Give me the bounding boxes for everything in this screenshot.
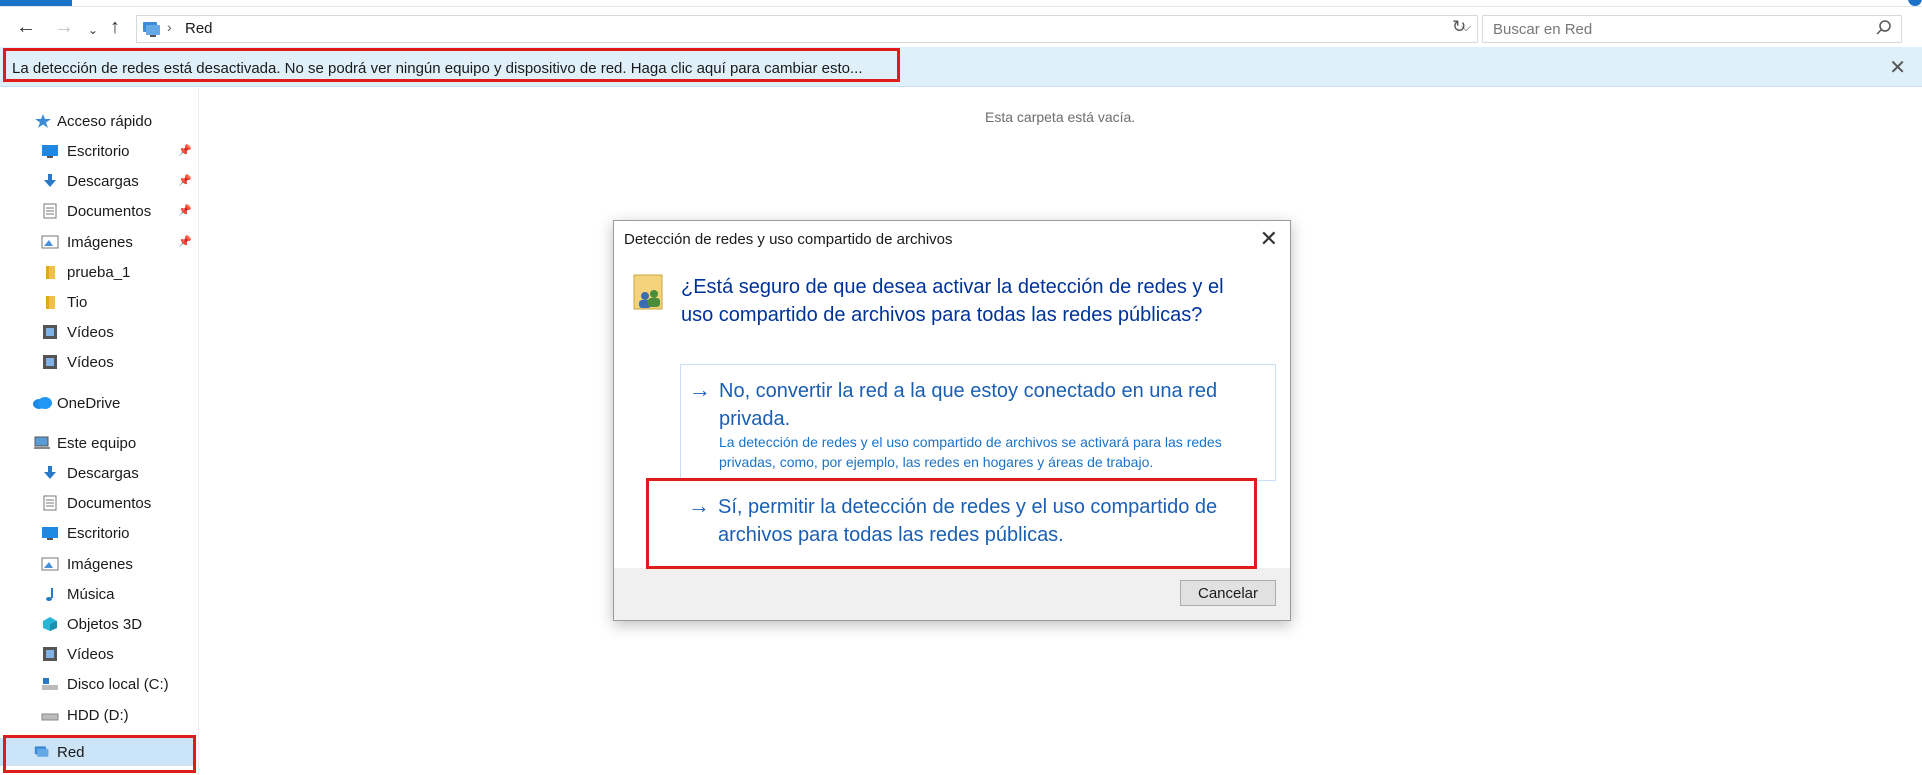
network-icon (143, 22, 160, 37)
videos-icon (43, 355, 57, 370)
sidebar-label: Escritorio (67, 525, 130, 543)
sidebar-label: Vídeos (67, 354, 114, 372)
sidebar-label: Vídeos (67, 324, 114, 342)
forward-arrow-icon[interactable]: → (54, 15, 74, 39)
star-icon (35, 114, 51, 128)
documents-icon (43, 495, 57, 511)
annotation-highlight-infobar (3, 48, 900, 82)
address-bar[interactable]: › Red ⌵ (136, 15, 1478, 43)
sidebar-item[interactable]: Disco local (C:) (0, 670, 196, 698)
sidebar-item[interactable]: Documentos 📌 (0, 197, 196, 225)
pin-icon[interactable]: 📌 (178, 174, 192, 187)
sidebar-label: Este equipo (57, 435, 137, 452)
network-sharing-icon (633, 274, 663, 310)
infobar-close-icon[interactable]: ✕ (1889, 55, 1906, 80)
sidebar-label: prueba_1 (67, 263, 131, 281)
onedrive-cloud-icon (33, 397, 52, 409)
sidebar-item-onedrive[interactable]: OneDrive (0, 389, 196, 417)
sidebar-item[interactable]: Objetos 3D (0, 610, 196, 638)
recent-locations-chevron-icon[interactable]: ⌄ (88, 18, 98, 42)
desktop-icon (42, 145, 58, 158)
sidebar-item-this-pc[interactable]: Este equipo (0, 429, 196, 457)
cancel-button[interactable]: Cancelar (1180, 580, 1276, 606)
dialog-title: Detección de redes y uso compartido de a… (624, 231, 953, 248)
drive-d-icon (41, 713, 59, 721)
navigation-bar: ← → ⌄ ↑ › Red ⌵ ↻ Buscar en Red (0, 7, 1922, 47)
sidebar-item[interactable]: Música (0, 580, 196, 608)
search-box[interactable]: Buscar en Red (1482, 15, 1902, 43)
desktop-icon (42, 527, 58, 541)
dialog-question: ¿Está seguro de que desea activar la det… (681, 276, 1224, 326)
refresh-icon[interactable]: ↻ (1452, 17, 1466, 37)
pin-icon[interactable]: 📌 (178, 144, 192, 157)
breadcrumb-separator: › (167, 19, 172, 35)
sidebar-item-quick-access[interactable]: Acceso rápido (0, 107, 196, 135)
documents-icon (43, 203, 57, 219)
sidebar-label: Acceso rápido (57, 113, 153, 130)
sidebar-label: Imágenes (67, 233, 133, 251)
option-make-private[interactable]: → No, convertir la red a la que estoy co… (680, 364, 1276, 481)
dialog-footer: Cancelar (614, 568, 1290, 620)
breadcrumb-red[interactable]: Red (185, 20, 213, 37)
option-arrow-icon: → (689, 377, 711, 402)
file-tab-indicator[interactable] (0, 0, 72, 6)
sidebar-label: Música (67, 585, 115, 603)
sidebar-item[interactable]: Vídeos (0, 318, 196, 346)
pictures-icon (41, 235, 59, 249)
up-arrow-icon[interactable]: ↑ (110, 15, 120, 39)
navigation-pane: Acceso rápido Escritorio 📌 Descargas 📌 Docum… (0, 87, 199, 775)
pictures-icon (41, 557, 59, 571)
empty-folder-text: Esta carpeta está vacía. (985, 109, 1136, 125)
sidebar-label: Imágenes (67, 555, 133, 573)
sidebar-item[interactable]: Descargas (0, 459, 196, 487)
sidebar-item[interactable]: Descargas 📌 (0, 167, 196, 195)
sidebar-item[interactable]: Imágenes 📌 (0, 228, 196, 256)
sidebar-label: Documentos (67, 495, 152, 513)
sidebar-label: HDD (D:) (67, 706, 129, 724)
window-top-strip (0, 0, 1922, 7)
sidebar-item[interactable]: Documentos (0, 489, 196, 517)
sidebar-item[interactable]: Escritorio 📌 (0, 137, 196, 165)
help-icon[interactable] (1908, 0, 1922, 6)
sidebar-label: Disco local (C:) (67, 676, 169, 694)
sidebar-label: Objetos 3D (67, 616, 143, 633)
sidebar-item[interactable]: Vídeos (0, 640, 196, 668)
sidebar-item[interactable]: Imágenes (0, 550, 196, 578)
sidebar-item[interactable]: prueba_1 (0, 258, 196, 286)
back-arrow-icon[interactable]: ← (16, 15, 36, 39)
sidebar-label: Escritorio (67, 143, 130, 160)
search-icon[interactable] (1875, 19, 1893, 37)
folder-icon (46, 296, 55, 309)
drive-c-icon (42, 678, 58, 691)
sidebar-label: Descargas (67, 465, 139, 482)
3d-objects-icon (43, 617, 57, 631)
sidebar-label: OneDrive (57, 395, 121, 412)
downloads-icon (44, 466, 56, 479)
pin-icon[interactable]: 📌 (178, 235, 192, 248)
sidebar-item[interactable]: Vídeos (0, 348, 196, 376)
annotation-highlight-network (3, 735, 196, 773)
computer-icon (34, 436, 50, 449)
sidebar-item[interactable]: Escritorio (0, 519, 196, 547)
videos-icon (43, 325, 57, 340)
sidebar-item[interactable]: Tio (0, 288, 196, 316)
sidebar-item[interactable]: HDD (D:) (0, 701, 196, 729)
option-no-description: La detección de redes y el uso compartid… (719, 434, 1222, 470)
sidebar-label: Documentos (67, 203, 152, 221)
folder-icon (46, 265, 55, 279)
videos-icon (43, 647, 57, 662)
dialog-close-icon[interactable]: ✕ (1260, 226, 1278, 252)
sidebar-label: Tio (67, 294, 88, 311)
pin-icon[interactable]: 📌 (178, 204, 192, 217)
option-no-label: No, convertir la red a la que estoy cone… (719, 380, 1218, 430)
music-icon (46, 587, 53, 601)
annotation-highlight-yes-option (646, 478, 1257, 569)
sidebar-label: Descargas (67, 173, 139, 191)
downloads-icon (44, 174, 56, 188)
search-placeholder: Buscar en Red (1493, 21, 1593, 38)
sidebar-label: Vídeos (67, 646, 114, 664)
